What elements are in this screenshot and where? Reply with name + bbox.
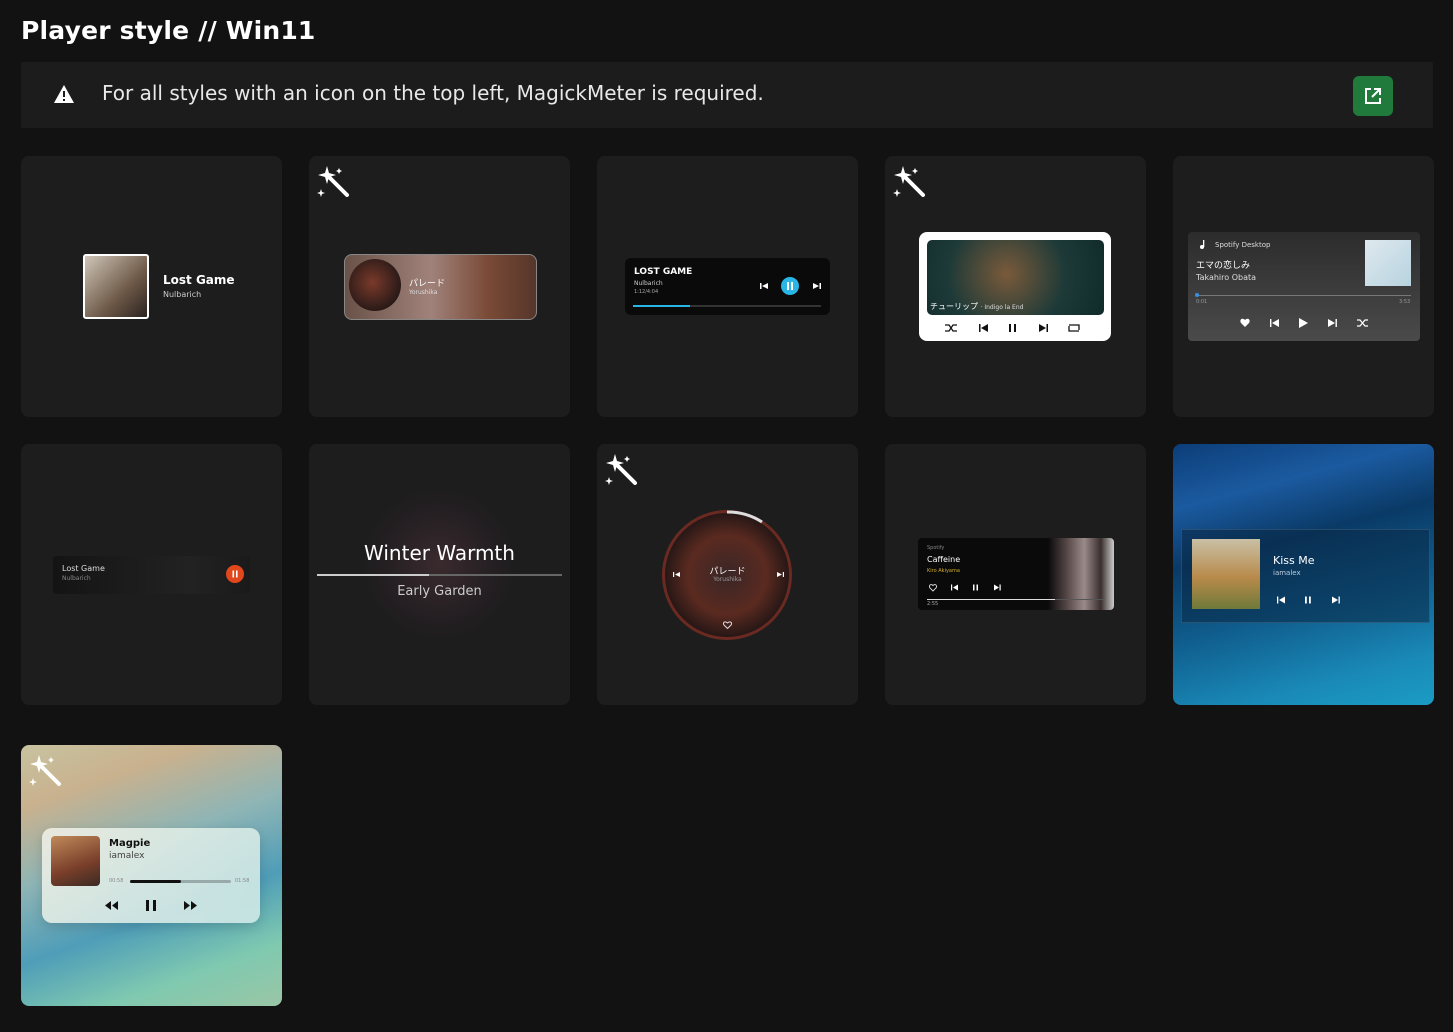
album-art — [83, 254, 149, 319]
previous-icon — [760, 283, 768, 289]
progress-track — [1196, 295, 1411, 296]
track-artist: Early Garden — [397, 584, 482, 599]
magic-wand-icon — [605, 453, 637, 487]
pause-button-icon — [226, 565, 244, 583]
album-art — [1192, 539, 1260, 609]
track-artist: iamalex — [109, 851, 145, 861]
album-art — [349, 259, 401, 311]
source-label: Spotify — [927, 545, 945, 551]
player-style-card-7[interactable]: Winter Warmth Early Garden — [309, 444, 570, 705]
page-title: Player style // Win11 — [21, 16, 316, 45]
next-icon — [777, 572, 784, 577]
track-artist: Yorushika — [409, 289, 438, 296]
playback-controls — [1240, 318, 1368, 328]
player-style-card-6[interactable]: Lost Game Nulbarich — [21, 444, 282, 705]
playback-controls — [105, 900, 197, 911]
warning-icon — [54, 85, 74, 103]
notice-text: For all styles with an icon on the top l… — [102, 81, 764, 105]
track-time: 1:12/4:04 — [634, 289, 659, 295]
open-link-button[interactable] — [1353, 76, 1393, 116]
external-link-icon — [1365, 88, 1381, 104]
player-style-card-8[interactable]: パレード Yorushika — [597, 444, 858, 705]
next-icon — [813, 283, 821, 289]
player-style-card-3[interactable]: LOST GAME Nulbarich 1:12/4:04 — [597, 156, 858, 417]
playback-controls — [945, 324, 1080, 332]
track-title: Kiss Me — [1273, 554, 1315, 567]
progress-fill — [927, 599, 1055, 600]
player-style-card-10[interactable]: Kiss Me iamalex — [1173, 444, 1434, 705]
magic-wand-icon — [29, 754, 61, 788]
magic-wand-icon — [317, 165, 349, 199]
track-title: Lost Game — [62, 564, 105, 573]
track-artist: · Indigo la End — [980, 304, 1024, 311]
progress-fill — [317, 574, 429, 576]
track-title: Magpie — [109, 838, 151, 849]
track-artist: Kiro Akiyama — [927, 568, 960, 574]
track-title: チューリップ — [930, 302, 978, 311]
source-label: Spotify Desktop — [1215, 241, 1271, 249]
time-end: 3:53 — [1399, 299, 1411, 305]
progress-fill — [130, 880, 181, 883]
track-title: Lost Game — [163, 273, 235, 287]
playback-controls — [1277, 596, 1340, 604]
track-artist: Nulbarich — [62, 575, 91, 582]
player-style-card-1[interactable]: Lost Game Nulbarich — [21, 156, 282, 417]
track-title: LOST GAME — [634, 267, 693, 277]
progress-knob[interactable] — [1195, 293, 1199, 297]
track-artist: Nulbarich — [634, 280, 663, 287]
track-title: Winter Warmth — [364, 541, 515, 565]
heart-icon — [723, 621, 732, 629]
playback-controls — [929, 584, 1001, 592]
progress-fill — [633, 305, 690, 307]
album-art — [1365, 240, 1411, 286]
music-note-icon — [1200, 240, 1205, 249]
player-style-card-11[interactable]: Magpie iamalex 00:58 01:58 — [21, 745, 282, 1006]
track-title: エマの恋しみ — [1196, 261, 1251, 271]
track-artist: Yorushika — [713, 576, 742, 583]
player-style-card-5[interactable]: Spotify Desktop エマの恋しみ Takahiro Obata 0:… — [1173, 156, 1434, 417]
track-artist: iamalex — [1273, 569, 1301, 577]
notice-banner: For all styles with an icon on the top l… — [21, 62, 1433, 128]
player-style-card-9[interactable]: Spotify Caffeine Kiro Akiyama 2:55 — [885, 444, 1146, 705]
track-artist: Nulbarich — [163, 290, 202, 299]
track-caption: チューリップ · Indigo la End — [930, 301, 1023, 312]
time-start: 0:01 — [1196, 299, 1208, 305]
player-style-card-2[interactable]: パレード Yorushika — [309, 156, 570, 417]
time-end: 01:58 — [235, 878, 250, 884]
track-time: 2:55 — [927, 601, 939, 607]
player-style-card-4[interactable]: チューリップ · Indigo la End — [885, 156, 1146, 417]
previous-icon — [673, 572, 680, 577]
time-start: 00:58 — [109, 878, 124, 884]
track-artist: Takahiro Obata — [1196, 273, 1257, 282]
track-title: Caffeine — [927, 555, 961, 564]
pause-button-icon — [781, 277, 799, 295]
magic-wand-icon — [893, 165, 925, 199]
album-art — [51, 836, 100, 886]
track-title: パレード — [409, 279, 446, 289]
